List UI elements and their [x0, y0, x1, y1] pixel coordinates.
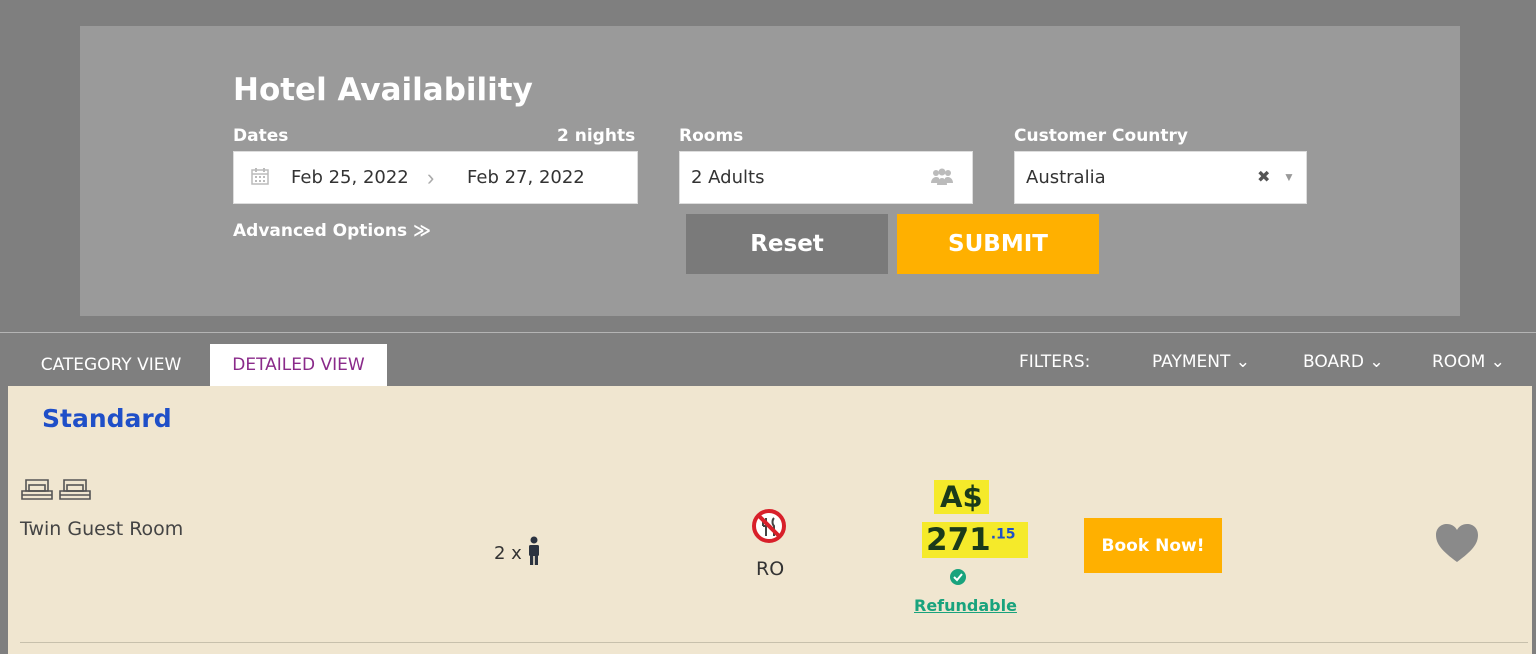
filters-label: FILTERS:	[1019, 352, 1091, 372]
country-select[interactable]: Australia ✖ ▼	[1014, 151, 1307, 204]
tab-category-view[interactable]: CATEGORY VIEW	[18, 344, 204, 386]
rooms-label: Rooms	[679, 126, 744, 146]
person-icon	[526, 536, 542, 571]
rooms-value: 2 Adults	[691, 167, 765, 188]
filter-board[interactable]: BOARD ⌄	[1303, 352, 1384, 372]
heart-icon[interactable]	[1434, 522, 1480, 569]
clear-icon[interactable]: ✖	[1257, 167, 1270, 187]
page-title: Hotel Availability	[233, 72, 533, 108]
room-name: Twin Guest Room	[20, 518, 184, 540]
price-main: 271	[926, 522, 991, 558]
check-circle-icon	[949, 568, 967, 591]
occupancy: 2 x	[494, 536, 542, 571]
no-meals-icon	[751, 508, 787, 549]
filter-payment[interactable]: PAYMENT ⌄	[1152, 352, 1250, 372]
tab-detailed-view[interactable]: DETAILED VIEW	[210, 344, 387, 386]
filter-room[interactable]: ROOM ⌄	[1432, 352, 1505, 372]
refundable-link[interactable]: Refundable	[914, 596, 1017, 615]
results-panel: Standard Twin Guest Room 2 x RO A$ 271.1…	[8, 386, 1532, 654]
price-cents: .15	[990, 526, 1016, 543]
bed-icon	[20, 472, 54, 511]
country-value: Australia	[1026, 167, 1106, 188]
room-category-title: Standard	[42, 404, 172, 433]
rooms-field[interactable]: 2 Adults	[679, 151, 973, 204]
calendar-icon	[250, 166, 270, 191]
row-divider	[20, 642, 1528, 643]
submit-button[interactable]: SUBMIT	[897, 214, 1099, 274]
nights-count: 2 nights	[557, 126, 636, 146]
date-range-field[interactable]: Feb 25, 2022 › Feb 27, 2022	[233, 151, 638, 204]
dropdown-arrow-icon[interactable]: ▼	[1283, 170, 1295, 184]
price-amount: 271.15	[922, 522, 1028, 558]
reset-button[interactable]: Reset	[686, 214, 888, 274]
checkout-date[interactable]: Feb 27, 2022	[467, 167, 585, 188]
search-panel: Hotel Availability Dates 2 nights Feb 25…	[80, 26, 1460, 316]
dates-label: Dates	[233, 126, 289, 146]
checkin-date[interactable]: Feb 25, 2022	[291, 167, 409, 188]
divider	[0, 332, 1536, 333]
advanced-options-toggle[interactable]: Advanced Options ≫	[233, 221, 431, 241]
country-label: Customer Country	[1014, 126, 1189, 146]
bed-icon	[58, 472, 92, 511]
price-currency: A$	[934, 480, 989, 514]
occupancy-count: 2 x	[494, 543, 522, 564]
book-now-button[interactable]: Book Now!	[1084, 518, 1222, 573]
group-icon	[930, 168, 954, 193]
board-code: RO	[756, 558, 785, 580]
chevron-right-icon: ›	[427, 165, 435, 190]
